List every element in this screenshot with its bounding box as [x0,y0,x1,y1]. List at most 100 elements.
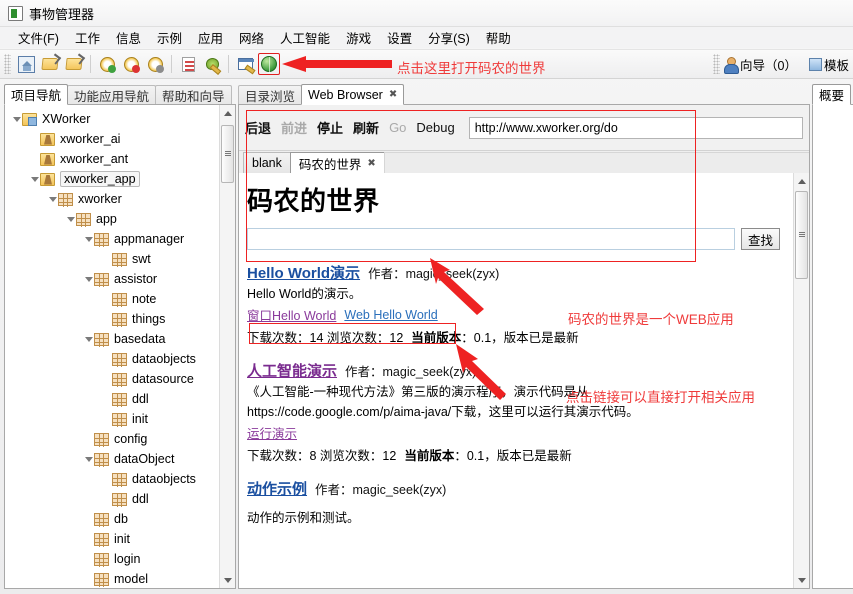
toolbar-grip-2[interactable] [713,54,721,74]
entry-title-link[interactable]: 动作示例 [247,478,307,499]
menu-item-examples[interactable]: 示例 [149,26,190,49]
tree-node[interactable]: xworker_ai [5,129,235,149]
tree-expand-arrow-icon[interactable] [47,194,58,205]
tree-node[interactable]: appmanager [5,229,235,249]
inner-tab-blank[interactable]: blank [243,152,291,173]
inner-tab-coders-world[interactable]: 码农的世界 ✖ [289,152,385,173]
refresh-button[interactable]: 刷新 [353,118,379,137]
entry-title-link[interactable]: 人工智能演示 [247,360,337,381]
menu-item-settings[interactable]: 设置 [379,26,420,49]
tree-node[interactable]: note [5,289,235,309]
stop-button[interactable]: 停止 [317,118,343,137]
tree-node[interactable]: assistor [5,269,235,289]
code-button[interactable] [177,53,199,75]
tree-expand-arrow-icon[interactable] [11,114,22,125]
tree-node[interactable]: init [5,409,235,429]
tab-function-app-navigation[interactable]: 功能应用导航 [67,85,157,105]
tree-node[interactable]: XWorker [5,109,235,129]
menu-item-apps[interactable]: 应用 [190,26,231,49]
center-panel-tabs: 目录浏览 Web Browser ✖ [238,84,810,105]
open-button[interactable] [39,53,61,75]
tree-node[interactable]: xworker_app [5,169,235,189]
tree-node-label: db [114,512,128,526]
scroll-up-arrow-icon[interactable] [794,173,809,189]
pause-button[interactable] [144,53,166,75]
clock-green-icon [99,56,116,73]
search-input[interactable] [247,228,735,250]
tree-node[interactable]: datasource [5,369,235,389]
tree-node[interactable]: init [5,529,235,549]
scroll-down-arrow-icon[interactable] [220,572,235,588]
grid-icon [112,352,127,367]
tree-scrollbar[interactable] [219,105,235,588]
tree-node[interactable]: swt [5,249,235,269]
menu-item-games[interactable]: 游戏 [338,26,379,49]
entry-link[interactable]: Web Hello World [344,308,437,322]
menu-item-help[interactable]: 帮助 [478,26,519,49]
back-button[interactable]: 后退 [245,118,271,137]
tree-expand-arrow-icon[interactable] [65,214,76,225]
tree-node[interactable]: dataobjects [5,469,235,489]
stop-button[interactable] [120,53,142,75]
tree-node[interactable]: ddl [5,389,235,409]
tree-node[interactable]: db [5,509,235,529]
tree-expand-arrow-icon[interactable] [29,174,40,185]
tab-outline[interactable]: 概要 [812,84,852,105]
scrollbar-thumb[interactable] [221,125,234,183]
entry-link[interactable]: 窗口Hello World [247,305,336,324]
menu-item-work[interactable]: 工作 [67,26,108,49]
close-icon[interactable]: ✖ [389,89,397,100]
tree-node[interactable]: things [5,309,235,329]
go-button[interactable]: Go [389,120,406,135]
debug-button[interactable]: Debug [416,120,454,135]
site-search-row: 查找 [247,228,784,250]
page-scrollbar[interactable] [793,173,809,588]
scroll-up-arrow-icon[interactable] [220,105,235,121]
tree-node[interactable]: config [5,429,235,449]
tree-node-label: basedata [114,332,166,346]
tree-node[interactable]: xworker [5,189,235,209]
tree-expand-arrow-icon[interactable] [83,454,94,465]
menu-item-ai[interactable]: 人工智能 [272,26,338,49]
tree-node[interactable]: xworker_ant [5,149,235,169]
web-browser-button[interactable] [258,53,280,75]
menu-item-network[interactable]: 网络 [231,26,272,49]
menu-item-info[interactable]: 信息 [108,26,149,49]
template-button-label[interactable]: 模板 [824,55,849,74]
tree-expand-arrow-icon[interactable] [83,234,94,245]
editor-button[interactable] [234,53,256,75]
open-recent-button[interactable] [63,53,85,75]
tree-node[interactable]: dataobjects [5,349,235,369]
left-panel-tabs: 项目导航 功能应用导航 帮助和向导 [4,84,236,105]
tree-node[interactable]: model [5,569,235,588]
tree-node[interactable]: ddl [5,489,235,509]
entry-title-link[interactable]: Hello World演示 [247,262,360,283]
toolbar-separator-3 [228,55,229,73]
entry-header: 动作示例 作者：magic_seek(zyx) [247,478,784,499]
tree-node[interactable]: app [5,209,235,229]
tab-help-and-guide[interactable]: 帮助和向导 [155,85,232,105]
tab-project-navigation[interactable]: 项目导航 [4,84,69,105]
toolbar-grip[interactable] [4,54,11,74]
scroll-down-arrow-icon[interactable] [794,572,809,588]
address-bar[interactable]: http://www.xworker.org/do [468,116,803,139]
search-button[interactable]: 查找 [740,228,780,250]
menu-item-share[interactable]: 分享(S) [420,26,478,49]
tree-node[interactable]: dataObject [5,449,235,469]
entry-link[interactable]: 运行演示 [247,423,297,442]
menu-item-file[interactable]: 文件(F) [10,26,67,49]
tree-expand-arrow-icon[interactable] [83,274,94,285]
close-icon[interactable]: ✖ [367,158,375,169]
tab-directory-browse[interactable]: 目录浏览 [238,85,303,105]
tab-web-browser[interactable]: Web Browser ✖ [301,84,405,105]
scrollbar-thumb[interactable] [795,191,808,279]
start-button[interactable] [96,53,118,75]
tree-expand-arrow-icon[interactable] [83,334,94,345]
wizard-button-label[interactable]: 向导（0） [740,55,797,74]
home-button[interactable] [15,53,37,75]
debug-button[interactable] [201,53,223,75]
tree-node[interactable]: login [5,549,235,569]
tree-node[interactable]: basedata [5,329,235,349]
